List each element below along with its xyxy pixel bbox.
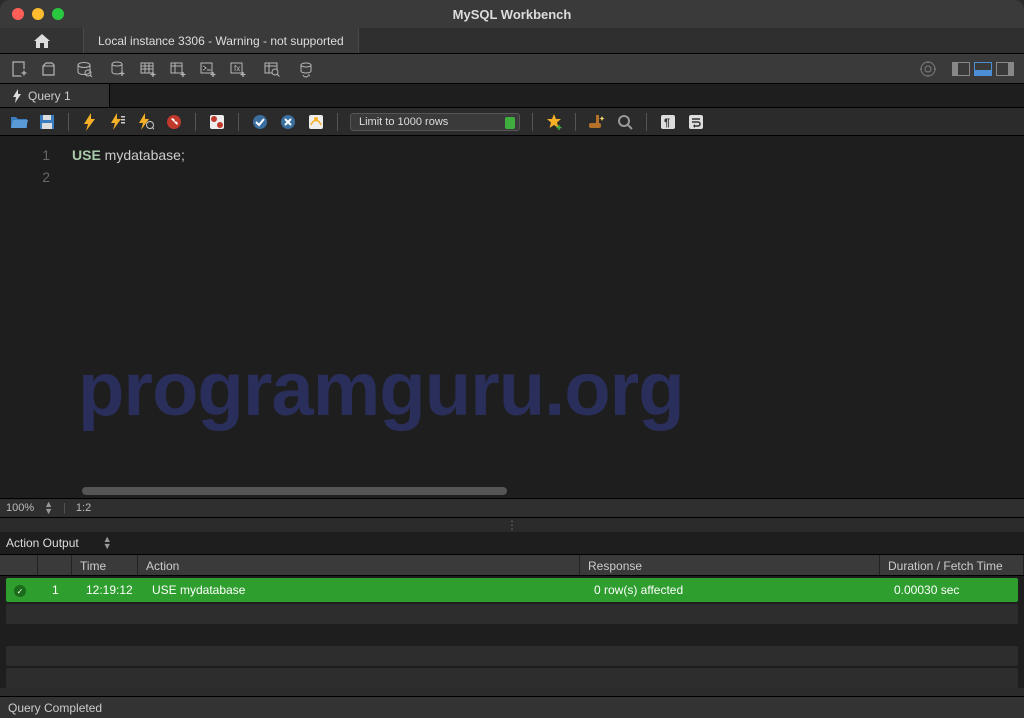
- minimize-window-button[interactable]: [32, 8, 44, 20]
- output-title[interactable]: Action Output: [6, 536, 79, 550]
- execute-current-icon[interactable]: [109, 113, 127, 131]
- titlebar: MySQL Workbench: [0, 0, 1024, 28]
- toggle-output-panel-button[interactable]: [974, 62, 992, 76]
- view-create-icon[interactable]: [168, 59, 188, 79]
- row-action: USE mydatabase: [144, 583, 586, 597]
- cursor-position: 1:2: [76, 502, 91, 514]
- svg-text:fx: fx: [234, 64, 240, 73]
- query-tab-bar: Query 1: [0, 84, 1024, 108]
- db-create-icon[interactable]: [108, 59, 128, 79]
- toggle-sidebar-right-button[interactable]: [996, 62, 1014, 76]
- line-number: 2: [0, 166, 50, 188]
- autocommit-icon[interactable]: [307, 113, 325, 131]
- svg-text:¶: ¶: [664, 117, 670, 129]
- output-row-empty: [6, 646, 1018, 666]
- reconnect-icon[interactable]: [296, 59, 316, 79]
- col-response[interactable]: Response: [580, 555, 880, 575]
- row-duration: 0.00030 sec: [886, 583, 1018, 597]
- panel-splitter[interactable]: ⋮: [0, 518, 1024, 532]
- main-toolbar: fx: [0, 54, 1024, 84]
- proc-create-icon[interactable]: [198, 59, 218, 79]
- app-tab-bar: Local instance 3306 - Warning - not supp…: [0, 28, 1024, 54]
- toggle-sidebar-left-button[interactable]: [952, 62, 970, 76]
- open-sql-file-icon[interactable]: [40, 59, 60, 79]
- close-window-button[interactable]: [12, 8, 24, 20]
- connection-tab-label: Local instance 3306 - Warning - not supp…: [98, 34, 344, 48]
- col-time[interactable]: Time: [72, 555, 138, 575]
- row-limit-label: Limit to 1000 rows: [359, 116, 448, 128]
- wrap-icon[interactable]: [687, 113, 705, 131]
- explain-icon[interactable]: [137, 113, 155, 131]
- output-row-empty: [6, 604, 1018, 624]
- output-table-header: Time Action Response Duration / Fetch Ti…: [0, 554, 1024, 576]
- output-header: Action Output ▲▼: [0, 532, 1024, 554]
- row-response: 0 row(s) affected: [586, 583, 886, 597]
- favorite-icon[interactable]: [545, 113, 563, 131]
- home-icon: [33, 33, 51, 49]
- beautify-icon[interactable]: [588, 113, 606, 131]
- invisible-chars-icon[interactable]: ¶: [659, 113, 677, 131]
- func-create-icon[interactable]: fx: [228, 59, 248, 79]
- stop-on-error-icon[interactable]: [208, 113, 226, 131]
- col-duration[interactable]: Duration / Fetch Time: [880, 555, 1024, 575]
- query-tab[interactable]: Query 1: [0, 84, 110, 107]
- home-tab[interactable]: [0, 28, 84, 53]
- query-toolbar: Limit to 1000 rows ¶: [0, 108, 1024, 136]
- open-file-icon[interactable]: [10, 113, 28, 131]
- output-table: Time Action Response Duration / Fetch Ti…: [0, 554, 1024, 688]
- col-index: [38, 555, 72, 575]
- col-action[interactable]: Action: [138, 555, 580, 575]
- output-type-stepper-icon[interactable]: ▲▼: [103, 536, 112, 550]
- table-create-icon[interactable]: [138, 59, 158, 79]
- lightning-icon: [12, 89, 22, 103]
- maximize-window-button[interactable]: [52, 8, 64, 20]
- stop-icon[interactable]: [165, 113, 183, 131]
- col-status: [0, 555, 38, 575]
- zoom-level[interactable]: 100%: [6, 502, 34, 514]
- output-row[interactable]: ✓ 1 12:19:12 USE mydatabase 0 row(s) aff…: [6, 578, 1018, 602]
- connection-tab[interactable]: Local instance 3306 - Warning - not supp…: [84, 28, 359, 53]
- sql-keyword: USE: [72, 147, 101, 163]
- search-table-icon[interactable]: [262, 59, 282, 79]
- rollback-icon[interactable]: [279, 113, 297, 131]
- sql-text: mydatabase;: [101, 147, 185, 163]
- editor-scrollbar[interactable]: [0, 484, 1024, 498]
- execute-icon[interactable]: [81, 113, 99, 131]
- zoom-stepper-icon[interactable]: ▲▼: [44, 501, 53, 515]
- row-limit-select[interactable]: Limit to 1000 rows: [350, 113, 520, 131]
- status-text: Query Completed: [8, 701, 102, 715]
- query-tab-label: Query 1: [28, 89, 71, 103]
- line-number: 1: [0, 144, 50, 166]
- row-status-icon: ✓: [6, 583, 44, 598]
- save-file-icon[interactable]: [38, 113, 56, 131]
- settings-gear-icon[interactable]: [918, 59, 938, 79]
- line-gutter: 1 2: [0, 136, 60, 484]
- scrollbar-thumb[interactable]: [82, 487, 507, 495]
- row-index: 1: [44, 583, 78, 597]
- commit-icon[interactable]: [251, 113, 269, 131]
- window-title: MySQL Workbench: [0, 7, 1024, 22]
- new-sql-tab-icon[interactable]: [10, 59, 30, 79]
- row-time: 12:19:12: [78, 583, 144, 597]
- inspector-icon[interactable]: [74, 59, 94, 79]
- output-row-empty: [6, 668, 1018, 688]
- status-bar: Query Completed: [0, 696, 1024, 718]
- zoom-bar: 100% ▲▼ | 1:2: [0, 498, 1024, 518]
- code-area[interactable]: USE mydatabase;: [60, 136, 1024, 484]
- sql-editor[interactable]: 1 2 USE mydatabase; programguru.org: [0, 136, 1024, 484]
- find-icon[interactable]: [616, 113, 634, 131]
